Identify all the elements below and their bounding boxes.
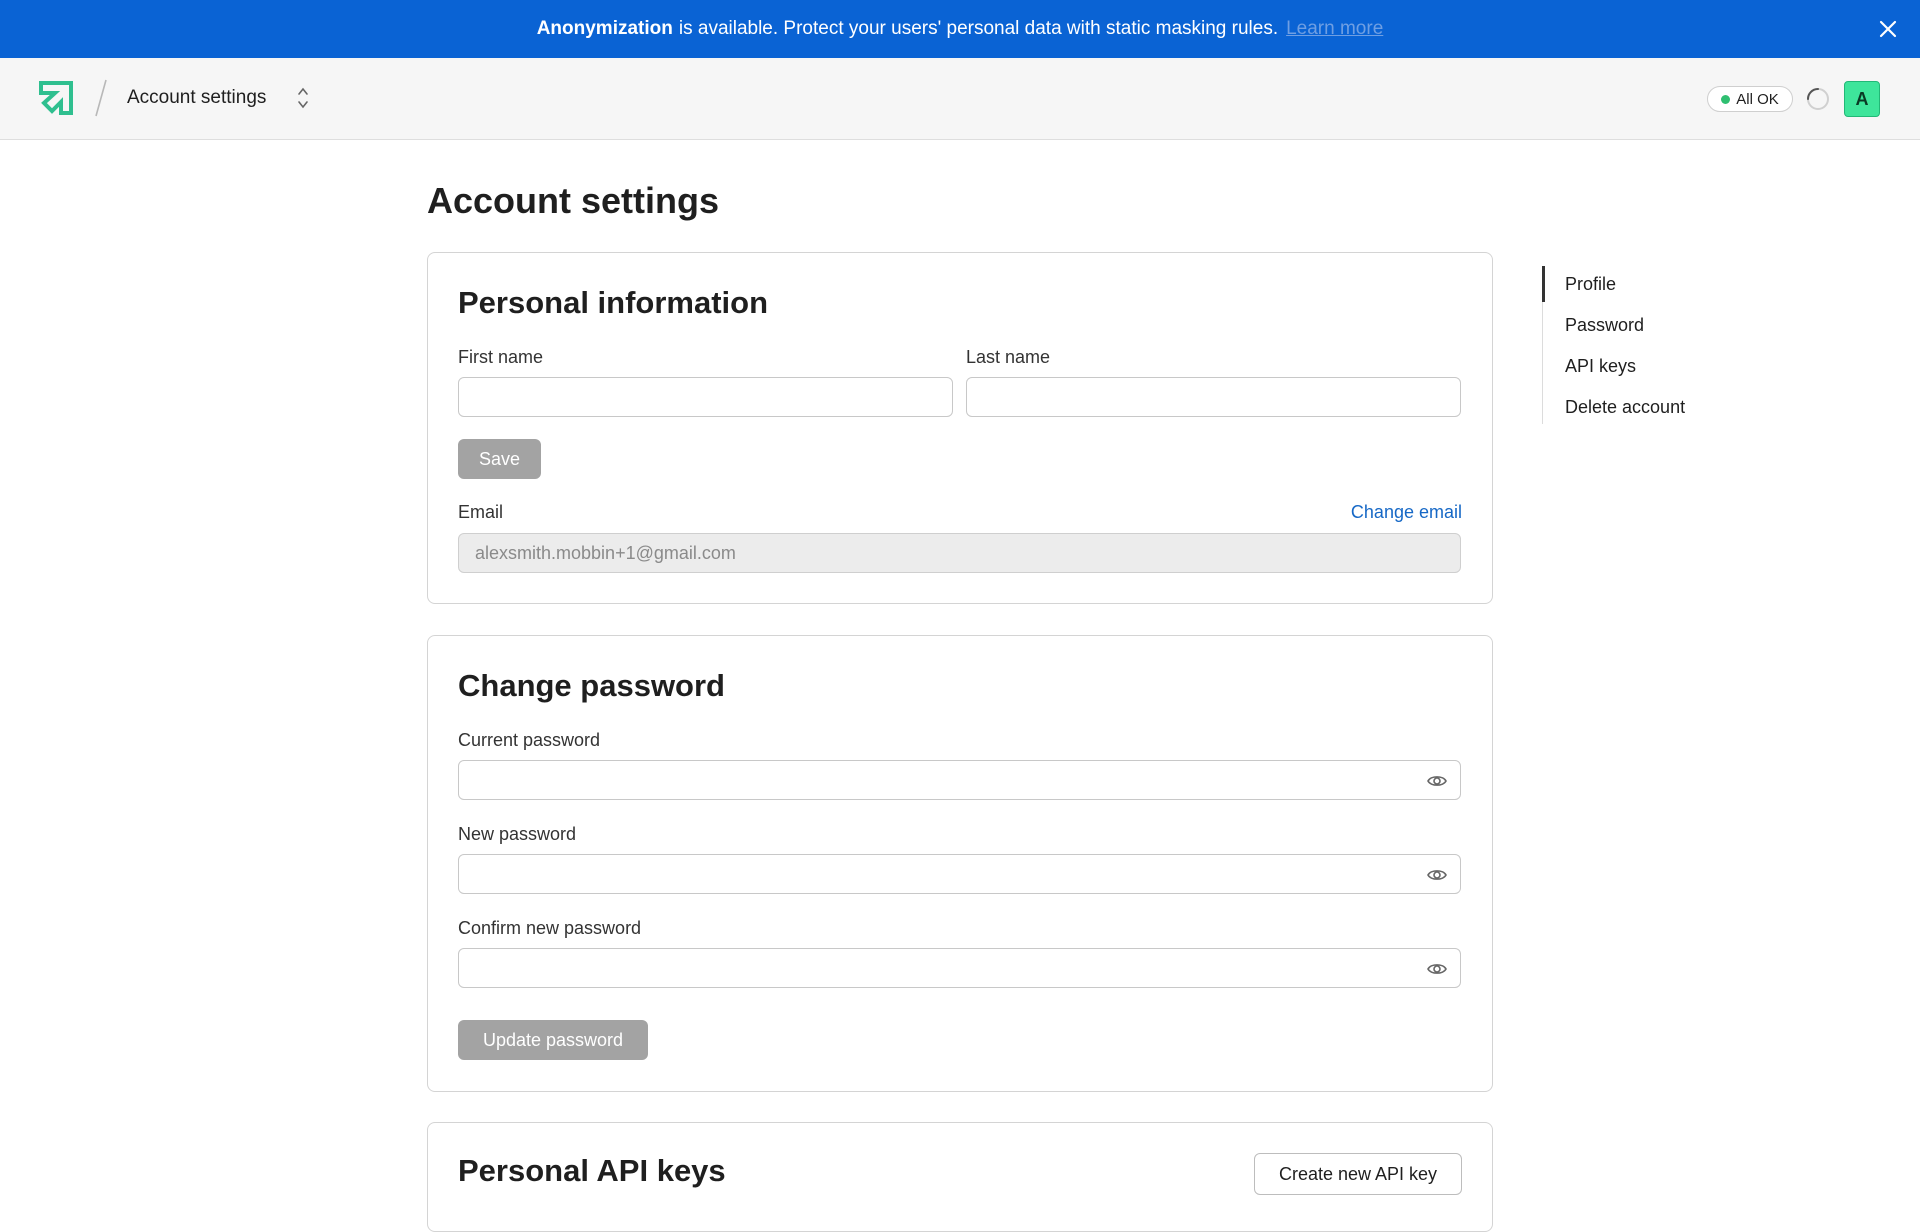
personal-api-keys-card: Personal API keys Create new API key — [427, 1122, 1493, 1232]
status-badge[interactable]: All OK — [1707, 86, 1793, 112]
active-indicator — [1542, 266, 1545, 302]
personal-information-title: Personal information — [458, 285, 769, 320]
breadcrumb-switcher-button[interactable] — [293, 84, 313, 112]
current-password-toggle-button[interactable] — [1426, 770, 1448, 792]
side-nav-item-password[interactable]: Password — [1565, 315, 1644, 336]
new-password-label: New password — [458, 824, 577, 844]
status-text: All OK — [1736, 90, 1779, 108]
current-password-input[interactable] — [458, 760, 1461, 800]
status-dot-icon — [1721, 94, 1731, 104]
eye-icon — [1427, 964, 1447, 974]
loading-spinner-icon — [1807, 88, 1829, 110]
confirm-password-toggle-button[interactable] — [1426, 958, 1448, 980]
announcement-banner: Anonymization is available. Protect your… — [0, 0, 1920, 58]
change-password-card: Change password Current password New pas… — [427, 635, 1493, 1092]
new-password-toggle-button[interactable] — [1426, 864, 1448, 886]
eye-icon — [1427, 870, 1447, 880]
chevron-up-down-icon — [298, 87, 308, 109]
first-name-label: First name — [458, 347, 544, 367]
settings-section-nav: Profile Password API keys Delete account — [1542, 266, 1742, 424]
page-title: Account settings — [427, 180, 720, 221]
breadcrumb-current: Account settings — [127, 87, 267, 108]
last-name-input[interactable] — [966, 377, 1461, 417]
banner-learn-more-link[interactable]: Learn more — [1286, 18, 1383, 40]
side-nav-item-profile[interactable]: Profile — [1565, 274, 1616, 295]
top-header: Account settings All OK A — [0, 58, 1920, 140]
eye-icon — [1427, 776, 1447, 786]
logo-icon[interactable] — [38, 80, 74, 116]
banner-text: is available. Protect your users' person… — [678, 18, 1279, 39]
new-password-input[interactable] — [458, 854, 1461, 894]
confirm-password-label: Confirm new password — [458, 918, 642, 938]
side-nav-item-delete-account[interactable]: Delete account — [1565, 397, 1685, 418]
first-name-input[interactable] — [458, 377, 953, 417]
email-value: alexsmith.mobbin+1@gmail.com — [475, 543, 736, 563]
banner-highlight: Anonymization — [536, 18, 673, 39]
email-field: alexsmith.mobbin+1@gmail.com — [458, 533, 1461, 573]
confirm-password-input[interactable] — [458, 948, 1461, 988]
create-api-key-button[interactable]: Create new API key — [1254, 1153, 1462, 1195]
personal-api-keys-title: Personal API keys — [458, 1153, 726, 1188]
change-email-link[interactable]: Change email — [1351, 502, 1462, 523]
banner-close-button[interactable] — [1874, 15, 1902, 43]
email-label: Email — [458, 502, 504, 522]
last-name-label: Last name — [966, 347, 1051, 367]
current-password-label: Current password — [458, 730, 601, 750]
save-button[interactable]: Save — [458, 439, 541, 479]
personal-information-card: Personal information First name Last nam… — [427, 252, 1493, 604]
breadcrumb-separator — [95, 79, 107, 117]
update-password-button[interactable]: Update password — [458, 1020, 648, 1060]
close-icon — [1879, 20, 1897, 38]
avatar[interactable]: A — [1844, 81, 1880, 117]
avatar-initial: A — [1855, 88, 1869, 109]
side-nav-item-api-keys[interactable]: API keys — [1565, 356, 1636, 377]
change-password-title: Change password — [458, 668, 725, 703]
